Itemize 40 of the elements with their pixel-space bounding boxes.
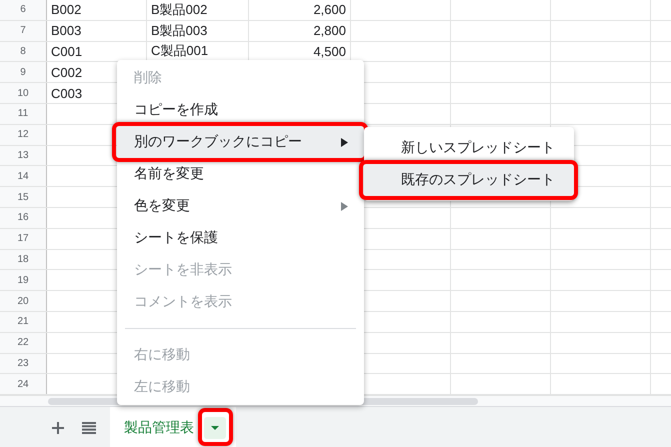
add-sheet-icon[interactable] bbox=[51, 420, 65, 434]
table-cell: B003 bbox=[51, 23, 82, 38]
table-cell: 4,500 bbox=[313, 44, 346, 59]
table-cell: B製品002 bbox=[151, 0, 208, 19]
sheet-tab[interactable]: 製品管理表 bbox=[110, 407, 236, 447]
row-number: 18 bbox=[17, 254, 29, 265]
caret-icon[interactable] bbox=[204, 416, 226, 438]
row-number: 14 bbox=[17, 170, 29, 182]
row-number: 9 bbox=[20, 66, 26, 78]
menu-item[interactable]: 色を変更 bbox=[117, 190, 364, 222]
sheet-name: 製品管理表 bbox=[124, 418, 194, 436]
table-cell: B002 bbox=[51, 2, 82, 18]
row-number: 6 bbox=[20, 4, 26, 16]
row-number: 20 bbox=[17, 296, 29, 307]
row-number: 24 bbox=[17, 378, 29, 390]
table-cell: C製品001 bbox=[151, 42, 208, 60]
table-cell: 2,800 bbox=[313, 23, 346, 38]
row-number: 11 bbox=[18, 108, 28, 120]
table-cell: C001 bbox=[51, 44, 82, 59]
menu-item[interactable]: コピーを作成 bbox=[117, 94, 364, 126]
table-cell: B製品003 bbox=[151, 22, 208, 40]
row-number: 12 bbox=[17, 129, 29, 140]
row-number: 7 bbox=[20, 25, 26, 36]
menu-item[interactable]: 新しいスプレッドシート bbox=[364, 132, 574, 164]
row-number: 15 bbox=[17, 192, 29, 203]
table-cell: C003 bbox=[51, 86, 82, 101]
row-number: 8 bbox=[20, 46, 26, 57]
menu-icon[interactable] bbox=[82, 420, 96, 434]
row-number: 22 bbox=[17, 337, 29, 348]
menu-item[interactable]: 名前を変更 bbox=[117, 158, 364, 190]
row-number: 10 bbox=[17, 88, 29, 99]
row-number: 21 bbox=[17, 316, 29, 328]
row-number: 17 bbox=[17, 233, 29, 244]
row-number: 23 bbox=[17, 358, 29, 369]
menu-item[interactable]: シートを保護 bbox=[117, 222, 364, 254]
table-cell: C002 bbox=[51, 64, 82, 80]
table-cell: 2,600 bbox=[313, 2, 346, 18]
row-number: 19 bbox=[17, 274, 29, 286]
row-number: 13 bbox=[17, 150, 29, 161]
row-number: 16 bbox=[17, 212, 29, 224]
